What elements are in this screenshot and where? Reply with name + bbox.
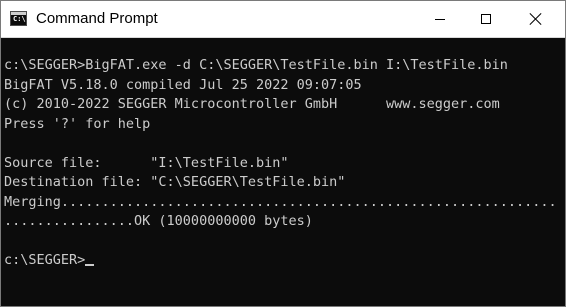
console-line-source: Source file: "I:\TestFile.bin" [4, 154, 289, 171]
console-line-help: Press '?' for help [4, 115, 151, 132]
console-lines: c:\SEGGER>BigFAT.exe -d C:\SEGGER\TestFi… [4, 56, 565, 271]
command-prompt-icon[interactable]: C:\ [10, 11, 27, 26]
console-output-area[interactable]: c:\SEGGER>BigFAT.exe -d C:\SEGGER\TestFi… [1, 38, 565, 306]
console-line-version: BigFAT V5.18.0 compiled Jul 25 2022 09:0… [4, 76, 362, 93]
console-line-destination: Destination file: "C:\SEGGER\TestFile.bi… [4, 174, 346, 190]
console-line-copyright: (c) 2010-2022 SEGGER Microcontroller Gmb… [4, 96, 500, 112]
icon-prompt-glyph: C:\ [13, 15, 26, 23]
window-title: Command Prompt [36, 10, 158, 27]
console-line-blank-1 [4, 134, 565, 154]
close-button[interactable] [513, 1, 559, 37]
console-prompt-line[interactable]: c:\SEGGER> [4, 251, 565, 271]
close-icon [530, 13, 542, 25]
console-line-merging: Merging.................................… [4, 193, 557, 210]
minimize-icon [435, 18, 445, 20]
console-prompt: c:\SEGGER> [4, 252, 86, 268]
maximize-button[interactable] [463, 1, 509, 37]
title-bar[interactable]: C:\ Command Prompt [1, 1, 565, 38]
minimize-button[interactable] [417, 1, 463, 37]
console-line-result: ................OK (10000000000 bytes) [4, 213, 313, 229]
maximize-icon [481, 14, 491, 24]
text-cursor [85, 264, 95, 266]
command-prompt-window: C:\ Command Prompt c:\SEGGER>BigFAT.exe … [0, 0, 566, 307]
console-line-command: c:\SEGGER>BigFAT.exe -d C:\SEGGER\TestFi… [4, 57, 508, 73]
console-line-blank-2 [4, 232, 565, 252]
